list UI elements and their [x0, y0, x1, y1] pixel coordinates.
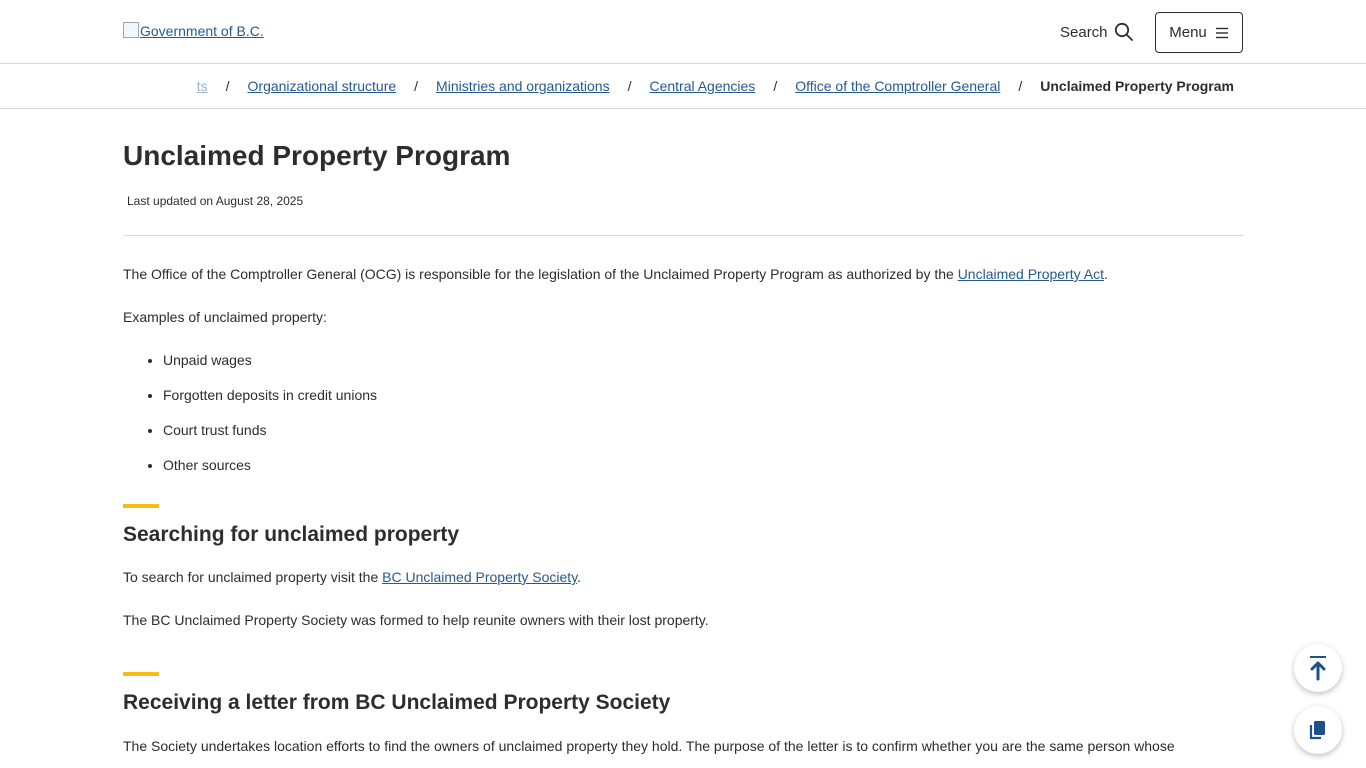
- logo-alt-text: Government of B.C.: [140, 23, 264, 39]
- section-heading-letter: Receiving a letter from BC Unclaimed Pro…: [123, 691, 671, 714]
- breadcrumb-fade: [123, 64, 193, 108]
- site-header: Government of B.C. Search Menu: [0, 0, 1366, 64]
- menu-button[interactable]: Menu: [1155, 12, 1243, 53]
- list-item: Forgotten deposits in credit unions: [163, 385, 1243, 405]
- breadcrumb-separator: /: [225, 78, 230, 94]
- list-item: Other sources: [163, 455, 1243, 475]
- breadcrumb-link-central-agencies[interactable]: Central Agencies: [649, 78, 755, 94]
- last-updated: Last updated on August 28, 2025: [127, 194, 304, 208]
- society-paragraph: The BC Unclaimed Property Society was fo…: [123, 612, 709, 628]
- examples-list: Unpaid wages Forgotten deposits in credi…: [163, 350, 1243, 475]
- back-to-top-button[interactable]: [1294, 644, 1342, 692]
- breadcrumb-bar: ts / Organizational structure / Ministri…: [0, 64, 1366, 109]
- back-to-top-icon: [1310, 656, 1326, 681]
- examples-label: Examples of unclaimed property:: [123, 309, 327, 325]
- main-content: Unclaimed Property Program Last updated …: [123, 109, 1243, 756]
- copy-icon: [1309, 721, 1325, 740]
- breadcrumb-current: Unclaimed Property Program: [1040, 78, 1234, 94]
- list-item: Court trust funds: [163, 420, 1243, 440]
- breadcrumb-separator: /: [773, 78, 778, 94]
- breadcrumb-link-ministries[interactable]: Ministries and organizations: [436, 78, 610, 94]
- search-text: To search for unclaimed property visit t…: [123, 569, 383, 585]
- breadcrumb-link-ocg[interactable]: Office of the Comptroller General: [795, 78, 1000, 94]
- intro-paragraph: The Office of the Comptroller General (O…: [123, 264, 1243, 284]
- breadcrumb-link-organizational-structure[interactable]: Organizational structure: [248, 78, 397, 94]
- search-button[interactable]: Search: [1060, 22, 1134, 42]
- search-label: Search: [1060, 23, 1108, 41]
- breadcrumb-separator: /: [414, 78, 419, 94]
- breadcrumb-separator: /: [1018, 78, 1023, 94]
- search-text-end: .: [577, 569, 582, 585]
- gov-bc-logo-link[interactable]: Government of B.C.: [123, 22, 264, 39]
- breadcrumb: ts / Organizational structure / Ministri…: [197, 78, 1234, 94]
- breadcrumb-link-truncated[interactable]: ts: [197, 78, 208, 94]
- bc-unclaimed-property-society-link[interactable]: BC Unclaimed Property Society: [382, 569, 577, 585]
- copy-link-button[interactable]: [1294, 706, 1342, 754]
- section-heading-searching: Searching for unclaimed property: [123, 523, 460, 546]
- list-item: Unpaid wages: [163, 350, 1243, 370]
- breadcrumb-separator: /: [627, 78, 632, 94]
- intro-end: .: [1103, 266, 1108, 282]
- section-accent-bar: [123, 672, 159, 676]
- page-title: Unclaimed Property Program: [123, 140, 511, 171]
- letter-paragraph: The Society undertakes location efforts …: [123, 738, 1175, 754]
- search-paragraph: To search for unclaimed property visit t…: [123, 567, 1243, 587]
- intro-text: The Office of the Comptroller General (O…: [123, 266, 958, 282]
- menu-label: Menu: [1169, 24, 1207, 41]
- search-icon: [1114, 22, 1133, 41]
- divider: [123, 235, 1243, 236]
- hamburger-icon: [1215, 27, 1228, 38]
- unclaimed-property-act-link[interactable]: Unclaimed Property Act: [958, 266, 1104, 282]
- section-accent-bar: [123, 504, 159, 508]
- broken-image-icon: [123, 22, 139, 38]
